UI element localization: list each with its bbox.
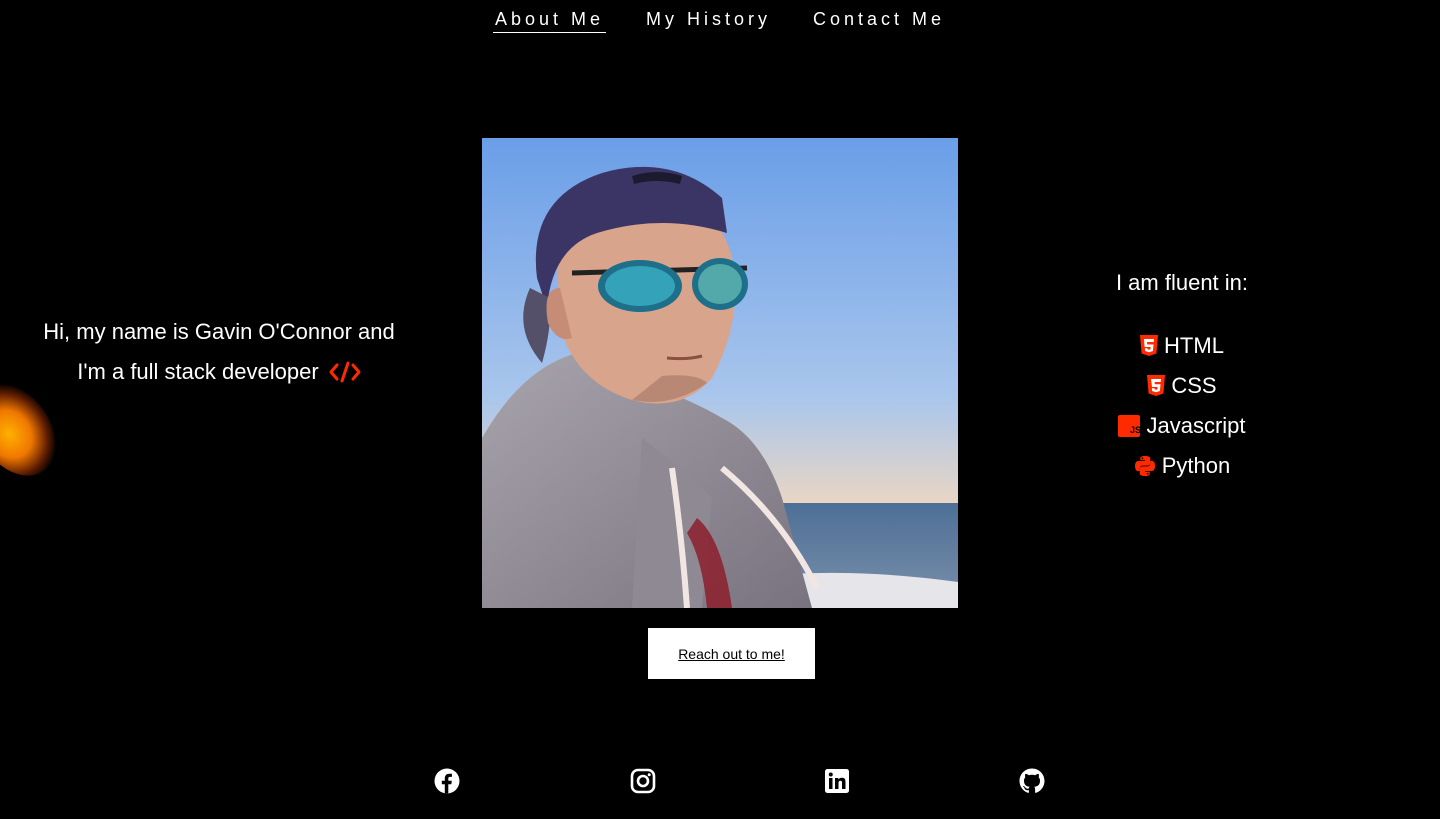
github-icon xyxy=(1019,768,1045,798)
reach-out-button[interactable]: Reach out to me! xyxy=(648,628,815,679)
python-icon xyxy=(1134,455,1156,477)
intro-line-2-text: I'm a full stack developer xyxy=(77,359,319,384)
skill-html: HTML xyxy=(1080,326,1284,366)
social-links xyxy=(0,768,1440,796)
instagram-icon xyxy=(630,768,656,798)
facebook-link[interactable] xyxy=(434,768,460,794)
linkedin-icon xyxy=(824,769,850,798)
github-link[interactable] xyxy=(1019,768,1045,794)
skill-javascript: JS Javascript xyxy=(1080,406,1284,446)
skill-css: CSS xyxy=(1080,366,1284,406)
page: About Me My History Contact Me Hi, my na… xyxy=(0,0,1440,819)
skill-css-label: CSS xyxy=(1171,373,1217,398)
svg-text:JS: JS xyxy=(1130,425,1140,435)
skill-python: Python xyxy=(1080,446,1284,486)
code-icon xyxy=(329,356,361,396)
facebook-icon xyxy=(434,768,460,798)
instagram-link[interactable] xyxy=(630,768,656,794)
intro-line-2: I'm a full stack developer xyxy=(40,352,398,396)
skill-python-label: Python xyxy=(1161,453,1231,478)
nav-contact-me[interactable]: Contact Me xyxy=(811,6,947,33)
intro-text: Hi, my name is Gavin O'Connor and I'm a … xyxy=(40,312,398,396)
skill-html-label: HTML xyxy=(1164,333,1224,358)
nav-about-me[interactable]: About Me xyxy=(492,6,606,33)
skill-javascript-label: Javascript xyxy=(1146,413,1246,438)
css3-icon xyxy=(1147,375,1166,397)
top-nav: About Me My History Contact Me xyxy=(0,6,1440,33)
nav-my-history[interactable]: My History xyxy=(644,6,773,33)
linkedin-link[interactable] xyxy=(824,768,850,794)
html5-icon xyxy=(1140,335,1159,357)
profile-photo xyxy=(482,138,958,608)
js-icon: JS xyxy=(1118,415,1141,437)
skills-title: I am fluent in: xyxy=(1115,270,1249,295)
skills-panel: I am fluent in: HTML CSS JS Javascript P… xyxy=(1080,264,1284,486)
intro-line-1: Hi, my name is Gavin O'Connor and xyxy=(43,319,395,344)
